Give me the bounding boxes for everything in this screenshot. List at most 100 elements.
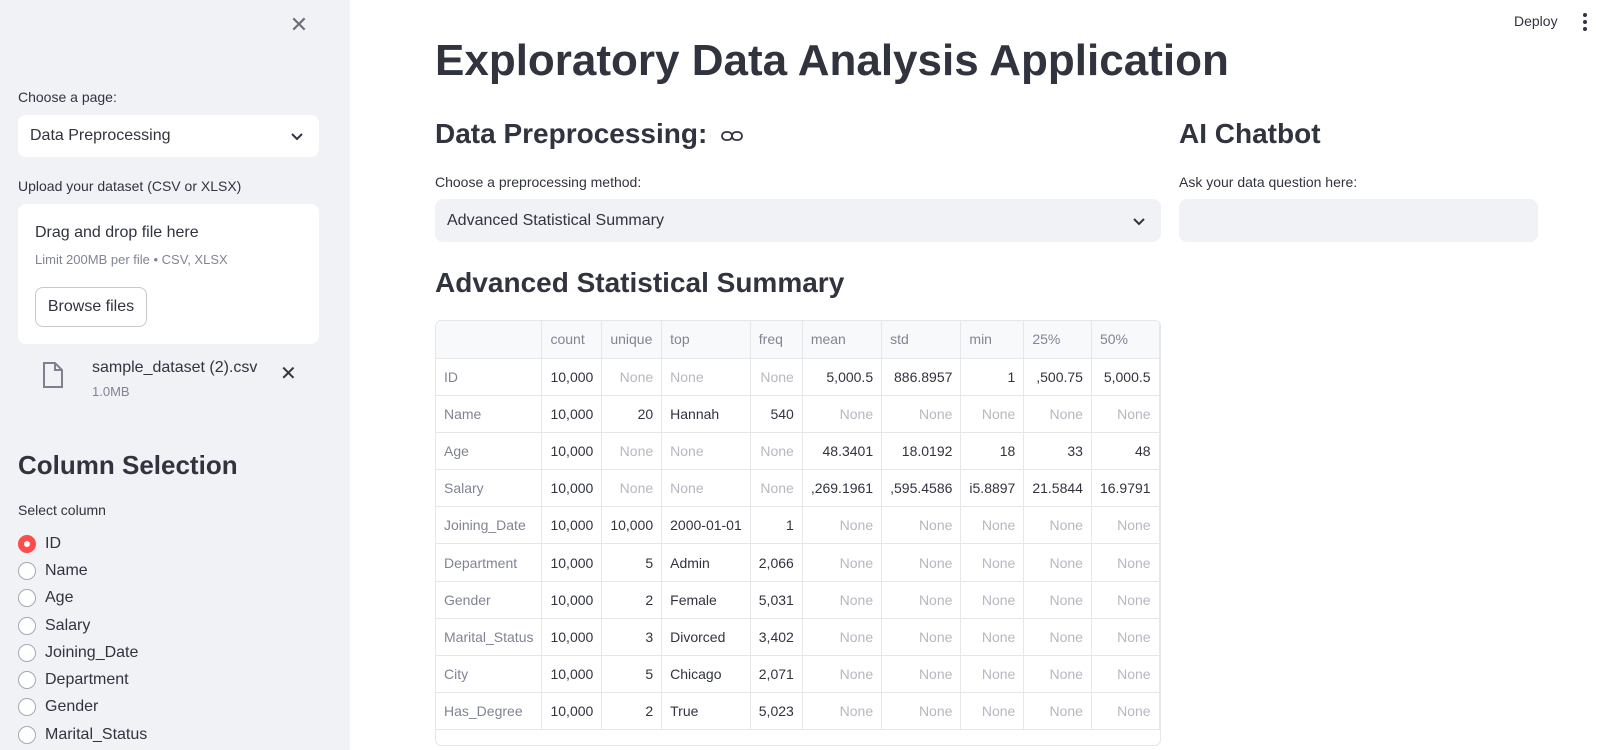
column-header[interactable]: unique [601,321,663,359]
radio-option-gender[interactable]: Gender [18,694,147,721]
table-cell: None [881,395,962,433]
table-cell: 2 [601,581,663,619]
uploaded-file: sample_dataset (2).csv 1.0MB ✕ [40,355,310,405]
table-cell: 33 [1023,432,1092,471]
radio-option-joining-date[interactable]: Joining_Date [18,639,147,666]
radio-button[interactable] [18,643,36,662]
radio-option-marital-status[interactable]: Marital_Status [18,721,147,748]
column-header[interactable]: 50% [1091,321,1160,359]
radio-option-salary[interactable]: Salary [18,612,147,639]
table-cell: None [1091,692,1160,731]
radio-option-id[interactable]: ID [18,530,147,557]
summary-table[interactable]: countuniquetopfreqmeanstdmin25%50%75%m I… [435,320,1161,746]
browse-files-button[interactable]: Browse files [35,287,147,327]
radio-label: Name [45,561,88,579]
table-cell: None [1023,543,1092,582]
table-cell: None [1091,581,1160,619]
page-select[interactable]: Data Preprocessing [18,115,319,157]
table-cell: 10,000 [601,506,663,545]
table-cell: None [802,395,883,433]
radio-button[interactable] [18,561,36,580]
table-cell: 10,000 [541,581,603,619]
more-menu-icon[interactable] [1580,12,1590,32]
column-header[interactable]: std [881,321,962,359]
table-cell: 5,031 [750,581,803,619]
table-cell: None [1159,581,1160,619]
table-cell: None [1091,618,1160,657]
radio-label: Marital_Status [45,725,148,743]
radio-label: Salary [45,616,91,634]
table-cell: 20 [601,395,663,433]
table-cell: 18.0192 [881,432,962,471]
page-title: Exploratory Data Analysis Application [435,36,1229,85]
table-cell: None [802,692,883,731]
column-header[interactable]: count [541,321,603,359]
table-cell: 5,000.5 [1091,358,1160,396]
column-header[interactable]: freq [750,321,803,359]
column-header[interactable]: 75% [1159,321,1160,359]
table-cell: 10,000 [541,655,603,694]
table-cell: None [802,506,883,545]
radio-label: ID [45,534,61,552]
file-dropzone[interactable]: Drag and drop file here Limit 200MB per … [18,204,319,344]
radio-button[interactable] [18,671,36,690]
table-cell: None [802,581,883,619]
method-label: Choose a preprocessing method: [435,174,642,190]
column-header[interactable]: min [960,321,1025,359]
table-cell: True [661,692,751,731]
table-header-row: countuniquetopfreqmeanstdmin25%50%75%m [436,321,1160,359]
column-header[interactable]: 25% [1023,321,1092,359]
table-cell: None [1091,506,1160,545]
radio-label: Age [45,589,74,607]
chatbot-heading: AI Chatbot [1179,118,1321,149]
radio-button[interactable] [18,725,36,744]
column-header[interactable]: mean [802,321,883,359]
table-cell: 10,000 [541,358,603,396]
table-cell: None [750,432,803,471]
page-select-value: Data Preprocessing [30,127,171,144]
dropzone-limit: Limit 200MB per file • CSV, XLSX [35,252,228,267]
row-header-cell: City [436,655,543,694]
table-cell: ,269.1961 [802,469,883,508]
table-cell: None [1091,395,1160,433]
deploy-button[interactable]: Deploy [1514,13,1558,29]
radio-button[interactable] [18,534,36,553]
table-cell: i5.8897 [960,469,1025,508]
file-icon [43,362,63,388]
chat-input[interactable] [1179,199,1538,242]
table-cell: None [1091,655,1160,694]
link-icon[interactable] [721,129,744,143]
table-cell: None [1023,506,1092,545]
radio-option-department[interactable]: Department [18,666,147,693]
table-cell: ,500.75 [1023,358,1092,396]
method-select[interactable]: Advanced Statistical Summary [435,199,1161,242]
table-cell: 1 [960,358,1025,396]
table-cell: None [960,506,1025,545]
close-sidebar-icon[interactable]: ✕ [288,14,310,36]
column-header[interactable]: top [661,321,751,359]
table-cell: Hannah [661,395,751,433]
table-cell: None [750,358,803,396]
radio-option-age[interactable]: Age [18,585,147,612]
row-header-cell: Joining_Date [436,506,543,545]
radio-button[interactable] [18,589,36,608]
column-header[interactable] [436,321,543,359]
remove-file-icon[interactable]: ✕ [280,361,297,386]
table-cell: None [960,692,1025,731]
radio-label: Gender [45,698,99,716]
file-size: 1.0MB [92,384,130,399]
table-cell: None [1023,581,1092,619]
page-select-label: Choose a page: [18,89,117,105]
radio-button[interactable] [18,616,36,635]
table-cell: None [881,655,962,694]
table-cell: 10,000 [541,469,603,508]
table-cell: ,595.4586 [881,469,962,508]
table-row: Age 10,000 None None None 48.3401 18.0192 18 33 4… [436,432,1160,471]
radio-option-name[interactable]: Name [18,557,147,584]
table-cell: 886.8957 [881,358,962,396]
row-header-cell: Salary [436,469,543,508]
radio-button[interactable] [18,698,36,717]
table-cell: None [1023,618,1092,657]
method-select-value: Advanced Statistical Summary [447,211,664,229]
table-row: Department 10,000 5 Admin 2,066 None None None N… [436,543,1160,582]
